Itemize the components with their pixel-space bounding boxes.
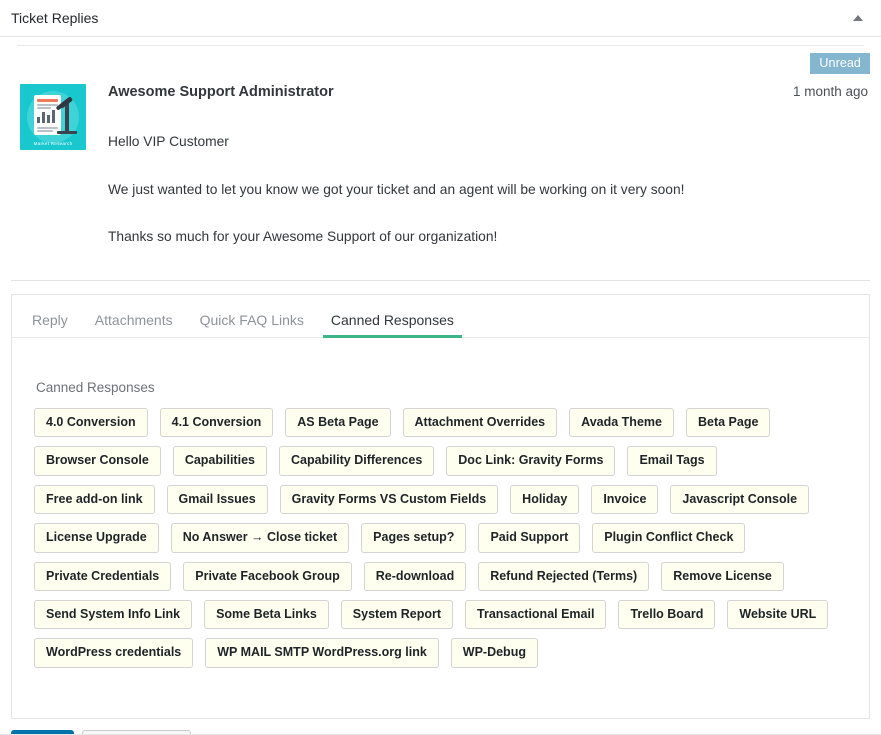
canned-response-button[interactable]: Transactional Email	[465, 599, 607, 630]
avatar-doc-line-1	[37, 104, 58, 106]
tab-attachments[interactable]: Attachments	[87, 313, 181, 337]
canned-response-button[interactable]: Some Beta Links	[204, 599, 329, 630]
chevron-up-icon[interactable]	[847, 7, 869, 29]
avatar-microscope-base	[57, 131, 77, 134]
canned-responses-list: 4.0 Conversion 4.1 Conversion AS Beta Pa…	[34, 408, 844, 668]
reply-paragraph: We just wanted to let you know we got yo…	[108, 181, 685, 197]
canned-response-button[interactable]: Invoice	[591, 484, 659, 515]
panel-header: Ticket Replies	[0, 0, 881, 37]
canned-response-button[interactable]: Browser Console	[34, 446, 161, 476]
reply-item: Unread Market Research Awesome Support A…	[11, 53, 870, 272]
status-badge-row: Unread	[11, 53, 870, 75]
canned-response-button[interactable]: Pages setup?	[361, 523, 467, 553]
page-title: Ticket Replies	[11, 10, 99, 26]
reply-message: Hello VIP Customer We just wanted to let…	[108, 132, 868, 248]
tab-bar: Reply Attachments Quick FAQ Links Canned…	[12, 295, 869, 339]
tab-panel-canned-responses: Canned Responses 4.0 Conversion 4.1 Conv…	[12, 338, 869, 718]
canned-response-button[interactable]: No Answer → Close ticket	[170, 523, 350, 553]
canned-response-button[interactable]: Paid Support	[478, 523, 581, 553]
avatar: Market Research	[20, 84, 86, 150]
tabs-section: Reply Attachments Quick FAQ Links Canned…	[0, 280, 881, 719]
reply-paragraph: Thanks so much for your Awesome Support …	[108, 229, 498, 245]
canned-response-button[interactable]: WP MAIL SMTP WordPress.org link	[205, 638, 439, 668]
canned-response-button[interactable]: Refund Rejected (Terms)	[478, 561, 650, 591]
canned-response-button[interactable]: System Report	[340, 599, 454, 630]
canned-response-button[interactable]: Beta Page	[685, 408, 771, 438]
reply-content: Awesome Support Administrator 1 month ag…	[86, 84, 870, 248]
avatar-chart-icon	[37, 110, 58, 123]
canned-response-button[interactable]: 4.1 Conversion	[159, 408, 274, 438]
canned-response-button[interactable]: AS Beta Page	[285, 408, 391, 438]
canned-responses-label: Canned Responses	[36, 380, 155, 396]
canned-response-button[interactable]: Free add-on link	[34, 484, 155, 515]
canned-response-button[interactable]: Capabilities	[172, 446, 267, 476]
tab-canned-responses[interactable]: Canned Responses	[322, 313, 462, 339]
canned-response-button[interactable]: Private Credentials	[34, 561, 172, 591]
canned-response-button[interactable]: Gmail Issues	[166, 484, 268, 515]
avatar-doc-line-4	[37, 130, 53, 132]
canned-response-button[interactable]: Email Tags	[627, 446, 717, 476]
canned-response-button[interactable]: Remove License	[661, 561, 784, 591]
canned-response-button[interactable]: Send System Info Link	[34, 599, 193, 630]
canned-response-button[interactable]: Gravity Forms VS Custom Fields	[279, 484, 499, 515]
canned-response-button[interactable]: Website URL	[727, 599, 829, 630]
ticket-replies-panel: Ticket Replies Unread Market Research Aw…	[0, 0, 881, 735]
canned-response-button[interactable]: Re-download	[363, 561, 467, 591]
avatar-caption: Market Research	[33, 141, 73, 146]
reply-top-divider	[17, 45, 864, 46]
canned-response-button[interactable]: WP-Debug	[450, 638, 538, 668]
canned-response-button[interactable]: Plugin Conflict Check	[592, 523, 746, 553]
avatar-doc-line-3	[37, 127, 58, 129]
canned-response-button[interactable]: Avada Theme	[569, 408, 674, 438]
canned-response-button[interactable]: Private Facebook Group	[183, 561, 352, 591]
reply-timestamp: 1 month ago	[792, 84, 868, 99]
canned-response-button[interactable]: License Upgrade	[34, 523, 159, 553]
canned-response-button[interactable]: 4.0 Conversion	[34, 408, 148, 438]
canned-response-button[interactable]: Javascript Console	[670, 484, 810, 515]
reply-list: Unread Market Research Awesome Support A…	[0, 45, 881, 272]
canned-response-button[interactable]: Attachment Overrides	[402, 408, 558, 438]
avatar-doc-accent-line	[37, 99, 58, 102]
reply-paragraph: Hello VIP Customer	[108, 134, 229, 149]
reply-actions: Reply Reply & Close Close	[0, 719, 881, 735]
canned-response-button[interactable]: Capability Differences	[278, 446, 435, 476]
reply-body: Market Research Awesome Support Administ…	[11, 84, 870, 248]
reply-header-row: Awesome Support Administrator 1 month ag…	[108, 84, 868, 100]
avatar-microscope-arm	[65, 103, 69, 132]
tab-quick-faq-links[interactable]: Quick FAQ Links	[192, 313, 312, 337]
reply-author: Awesome Support Administrator	[108, 84, 334, 100]
avatar-doc-line-2	[37, 107, 51, 109]
status-badge: Unread	[810, 53, 870, 74]
canned-response-button[interactable]: WordPress credentials	[34, 638, 194, 668]
canned-response-button[interactable]: Doc Link: Gravity Forms	[446, 446, 616, 476]
tabs-container: Reply Attachments Quick FAQ Links Canned…	[11, 294, 870, 719]
tab-reply[interactable]: Reply	[24, 313, 76, 337]
chevron-up-glyph	[853, 15, 863, 21]
tabs-top-divider	[11, 280, 870, 282]
panel-bottom-spacer	[34, 668, 847, 718]
canned-response-button[interactable]: Trello Board	[618, 599, 716, 630]
canned-response-button[interactable]: Holiday	[510, 484, 580, 515]
